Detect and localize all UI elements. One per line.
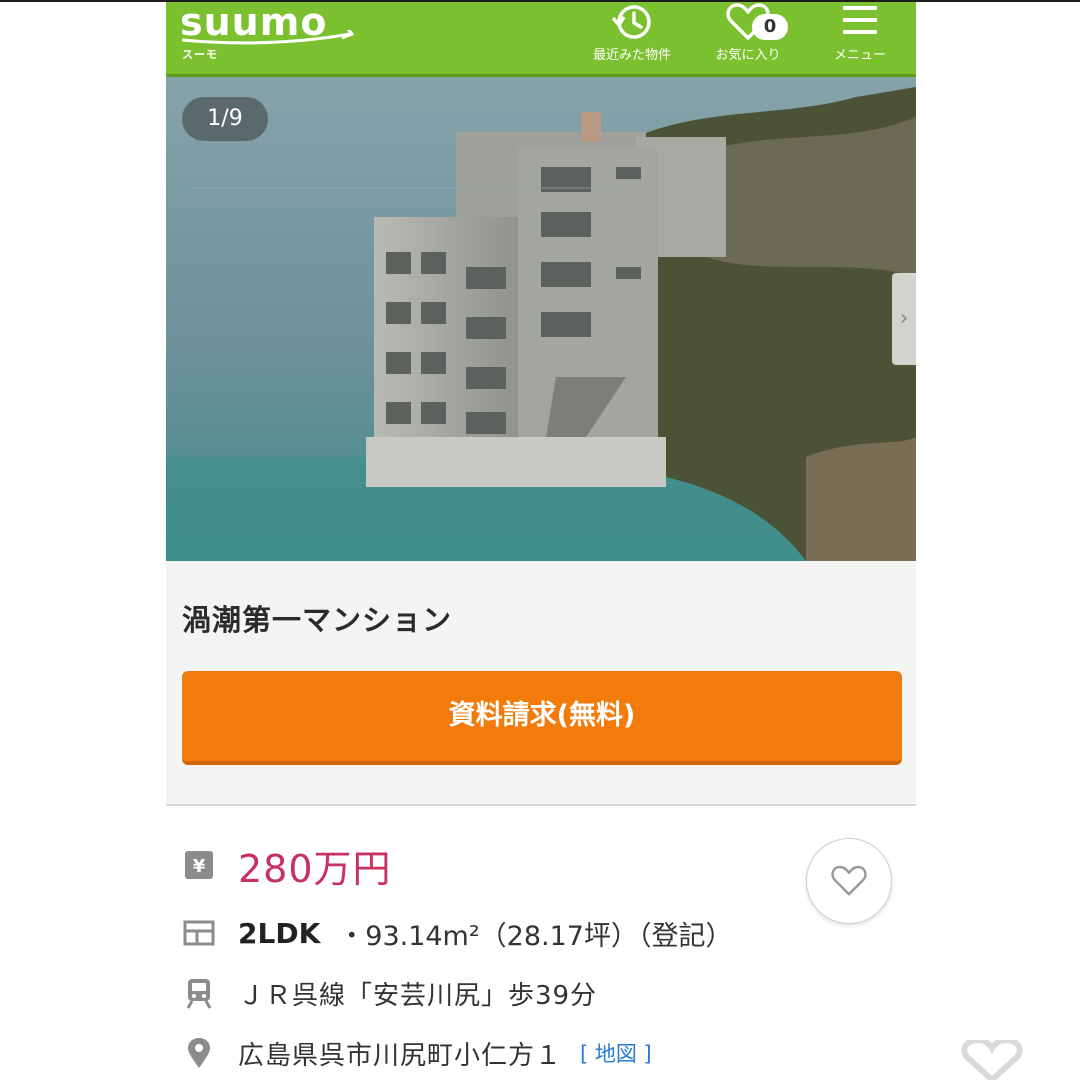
yen-icon: ¥: [182, 848, 216, 882]
svg-text:¥: ¥: [193, 856, 206, 877]
recently-viewed-label: 最近みた物件: [592, 48, 671, 63]
property-photo: [166, 77, 916, 561]
header-bar: suumo スーモ 最近みた物件 お気に入り 0 メニュー: [166, 2, 916, 77]
property-photo-carousel[interactable]: 1/9 ›: [166, 77, 916, 561]
request-info-button[interactable]: 資料請求(無料): [182, 671, 902, 765]
hamburger-menu-icon: [843, 6, 877, 34]
favorites-label: お気に入り: [715, 48, 781, 63]
train-icon: [182, 976, 216, 1010]
address-text: 広島県呉市川尻町小仁方１: [238, 1040, 563, 1071]
logo-subtitle: スーモ: [182, 48, 218, 61]
map-pin-icon: [182, 1036, 216, 1070]
app-frame: suumo スーモ 最近みた物件 お気に入り 0 メニュー 1/9 › 渦潮第一…: [166, 2, 916, 1074]
favorites-count-badge: 0: [752, 14, 788, 40]
history-clock-icon: [611, 5, 651, 39]
layout-type: 2LDK: [238, 916, 321, 950]
map-link[interactable]: [ 地図 ]: [580, 1038, 652, 1068]
chevron-right-icon: ›: [899, 306, 909, 331]
menu-button[interactable]: メニュー: [810, 2, 910, 74]
suumo-logo[interactable]: suumo スーモ: [180, 2, 370, 64]
station-access: ＪＲ呉線「安芸川尻」歩39分: [238, 980, 598, 1011]
add-favorite-button[interactable]: [806, 838, 892, 924]
access-row: ＪＲ呉線「安芸川尻」歩39分: [182, 968, 597, 1018]
menu-label: メニュー: [833, 48, 886, 63]
property-title: 渦潮第一マンション: [182, 603, 453, 637]
watermark-heart-icon: [961, 1040, 1023, 1080]
property-header-section: 渦潮第一マンション 資料請求(無料): [166, 561, 916, 806]
price-value: 280万円: [238, 846, 392, 891]
price-row: ¥ 280万円: [182, 840, 392, 891]
photo-counter: 1/9: [182, 97, 268, 141]
floor-area: ・93.14m²（28.17坪）（登記）: [338, 920, 733, 952]
floor-plan-icon: [182, 916, 216, 950]
address-row: 広島県呉市川尻町小仁方１ [ 地図 ]: [182, 1028, 652, 1074]
next-photo-button[interactable]: ›: [892, 273, 916, 365]
favorites-button[interactable]: お気に入り: [698, 2, 798, 74]
heart-icon: [831, 865, 867, 896]
recently-viewed-button[interactable]: 最近みた物件: [576, 2, 688, 74]
layout-row: 2LDK ・93.14m²（28.17坪）（登記）: [182, 908, 732, 958]
